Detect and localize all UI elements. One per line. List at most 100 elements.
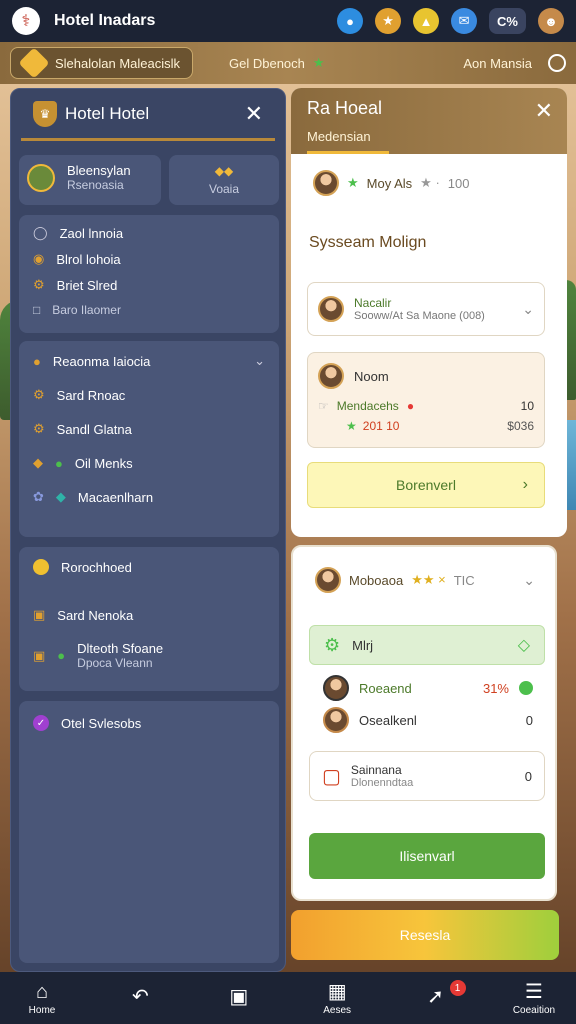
achievement-icon[interactable]: ▲ <box>413 8 440 34</box>
list-item-name: Osealkenl <box>359 712 417 728</box>
shield-icon: ♛ <box>33 100 57 127</box>
nav-label: Home <box>28 1004 56 1016</box>
avatar <box>318 296 344 322</box>
nav-back[interactable]: ↶ <box>116 986 164 1010</box>
avatar <box>323 707 349 733</box>
menu-item-label: Sard Nenoka <box>57 607 134 623</box>
tab-underline <box>307 151 389 154</box>
settings-ring-icon[interactable] <box>548 54 566 72</box>
hotel-bar: Slehalolan Maleacislk Gel Dbenoch ★ Aon … <box>0 42 576 84</box>
green-row[interactable]: ⚙ Mlrj ◇ <box>309 625 545 665</box>
menu-item[interactable]: ◉ Blrol lohoia <box>33 251 265 267</box>
green-row-label: Mlrj <box>352 637 374 653</box>
menu-item[interactable]: □ Baro Ilaomer <box>33 303 265 317</box>
menu-item[interactable]: ⚙ Sard Rnoac <box>33 387 265 403</box>
frame-icon: ▣ <box>33 607 46 622</box>
profile-card[interactable]: Bleensylan Rsenoasia <box>19 155 161 205</box>
app-title: Hotel Inadars <box>54 12 156 29</box>
info-count: 10 <box>520 399 534 413</box>
group-header[interactable]: Rorochhoed <box>33 559 265 575</box>
service-card[interactable]: ▢ Sainnana Dlonenndtaa 0 <box>309 751 545 801</box>
menu-item[interactable]: ✓ Otel Svlesobs <box>33 715 265 731</box>
menu-item[interactable]: ▣ ● Dlteoth Sfoane Dpoca Vleann <box>33 641 265 670</box>
counter-badge[interactable]: C% <box>489 8 526 34</box>
forward-button[interactable]: Borenverl › <box>307 462 545 508</box>
top-row: ★ Moy Als ★ · 100 <box>313 170 469 196</box>
menu-item-sub: Dpoca Vleann <box>77 656 153 670</box>
close-icon[interactable]: ✕ <box>245 102 263 125</box>
option-dropdown[interactable]: Nacalir Sooww/At Sa Maone (008) ⌄ <box>307 282 545 336</box>
menu-item-label: Sard Rnoac <box>56 387 126 403</box>
menu-item[interactable]: ◆ ● Oil Menks <box>33 455 265 471</box>
menu-item[interactable]: ⚙ Sandl Glatna <box>33 421 265 437</box>
group-header-label: Reaonma Iaiocia <box>52 353 151 369</box>
calendar-icon: ▦ <box>327 980 347 1003</box>
forward-button-label: Borenverl <box>396 477 456 493</box>
menu-item[interactable]: ⚙ Briet Slred <box>33 277 265 293</box>
nav-settings[interactable]: ☰ Coeaition <box>510 981 558 1016</box>
flag-icon: ▢ <box>322 765 341 788</box>
top-bar: ⚕ Hotel Inadars ● ★ ▲ ✉ C% ☻ <box>0 0 576 42</box>
profile-sub: Rsenoasia <box>67 178 124 192</box>
service-value: 0 <box>524 768 532 784</box>
list-item-name: Roeaend <box>359 680 412 696</box>
main-reserve-button[interactable]: Resesla <box>291 910 559 960</box>
menu-group-3: Rorochhoed ▣ Sard Nenoka ▣ ● Dlteoth Sfoane… <box>19 547 279 691</box>
avatar <box>313 170 339 196</box>
coin-icon: ◉ <box>33 251 45 266</box>
lion-icon[interactable]: ★ <box>375 8 402 34</box>
gear-icon: ⚙ <box>33 421 45 436</box>
region-label: Aon Mansia <box>463 55 532 71</box>
nav-square[interactable]: ▣ <box>215 986 263 1010</box>
user-avatar[interactable]: ☻ <box>538 8 564 34</box>
header-extra: TIC <box>453 572 475 588</box>
menu-item[interactable]: ✿ ◆ Macaenlharn <box>33 489 265 505</box>
menu-item-label: Dlteoth Sfoane <box>77 641 164 656</box>
location-label: Gel Dbenoch <box>229 55 305 71</box>
menu-item-label: Otel Svlesobs <box>61 715 142 731</box>
panel-header[interactable]: Moboaoa ★★ × TIC ⌄ <box>315 567 535 593</box>
cards-icon: ◆◆ <box>214 164 234 178</box>
side-button[interactable]: ◆◆ Voaia <box>169 155 279 205</box>
app-logo-icon[interactable]: ⚕ <box>12 7 40 35</box>
nav-label: Aeses <box>323 1004 352 1016</box>
back-icon: ↶ <box>132 986 149 1008</box>
menu-group-1: ◯ Zaol lnnoia ◉ Blrol lohoia ⚙ Briet Slred … <box>19 215 279 333</box>
menu-item[interactable]: ◯ Zaol lnnoia <box>33 225 265 241</box>
message-icon[interactable]: ✉ <box>451 8 478 34</box>
group-header-label: Rorochhoed <box>61 559 132 575</box>
nav-compass[interactable]: ➚ 1 <box>412 980 466 1010</box>
info-price: $036 <box>507 419 534 433</box>
compass-icon: ➚ <box>427 986 444 1008</box>
reserve-button-label: Ilisenvarl <box>399 848 455 864</box>
top-row-text: Moy Als <box>366 175 413 191</box>
chevron-down-icon: ⌄ <box>523 571 535 588</box>
close-icon[interactable]: ✕ <box>535 100 553 122</box>
coin-icon <box>33 559 49 575</box>
flower-icon: ✿ <box>33 489 44 504</box>
list-item[interactable]: Osealkenl 0 <box>323 707 533 733</box>
panel-subtitle: Medensian <box>307 129 371 144</box>
menu-item[interactable]: ▣ Sard Nenoka <box>33 607 265 623</box>
hand-icon: ☞ <box>318 399 329 413</box>
panel-title: Hotel Hotel <box>65 103 150 123</box>
star-icon: ★★ × <box>411 572 446 587</box>
info-card[interactable]: Noom ☞ Mendacehs ● 10 ★ 201 10 $036 <box>307 352 545 448</box>
chevron-down-icon: ⌄ <box>522 300 534 317</box>
reserve-button[interactable]: Ilisenvarl <box>309 833 545 879</box>
square-icon: ▣ <box>229 986 249 1008</box>
service-sub: Dlonenndtaa <box>350 777 414 789</box>
group-header[interactable]: ● Reaonma Iaiocia ⌄ <box>33 353 265 369</box>
header-label: Moboaoa <box>349 572 404 588</box>
avatar <box>27 163 55 192</box>
nav-home[interactable]: ⌂ Home <box>18 981 66 1016</box>
frame-icon: ▣ <box>33 647 46 663</box>
service-title: Sainnana <box>350 763 402 777</box>
notification-icon[interactable]: ● <box>337 8 364 34</box>
hotel-selector[interactable]: Slehalolan Maleacislk <box>10 47 194 79</box>
nav-calendar[interactable]: ▦ Aeses <box>313 981 361 1016</box>
profile-name: Bleensylan <box>67 163 131 178</box>
avatar <box>323 675 349 701</box>
list-item[interactable]: Roeaend 31% <box>323 675 533 701</box>
star-icon: ★ <box>312 55 325 70</box>
